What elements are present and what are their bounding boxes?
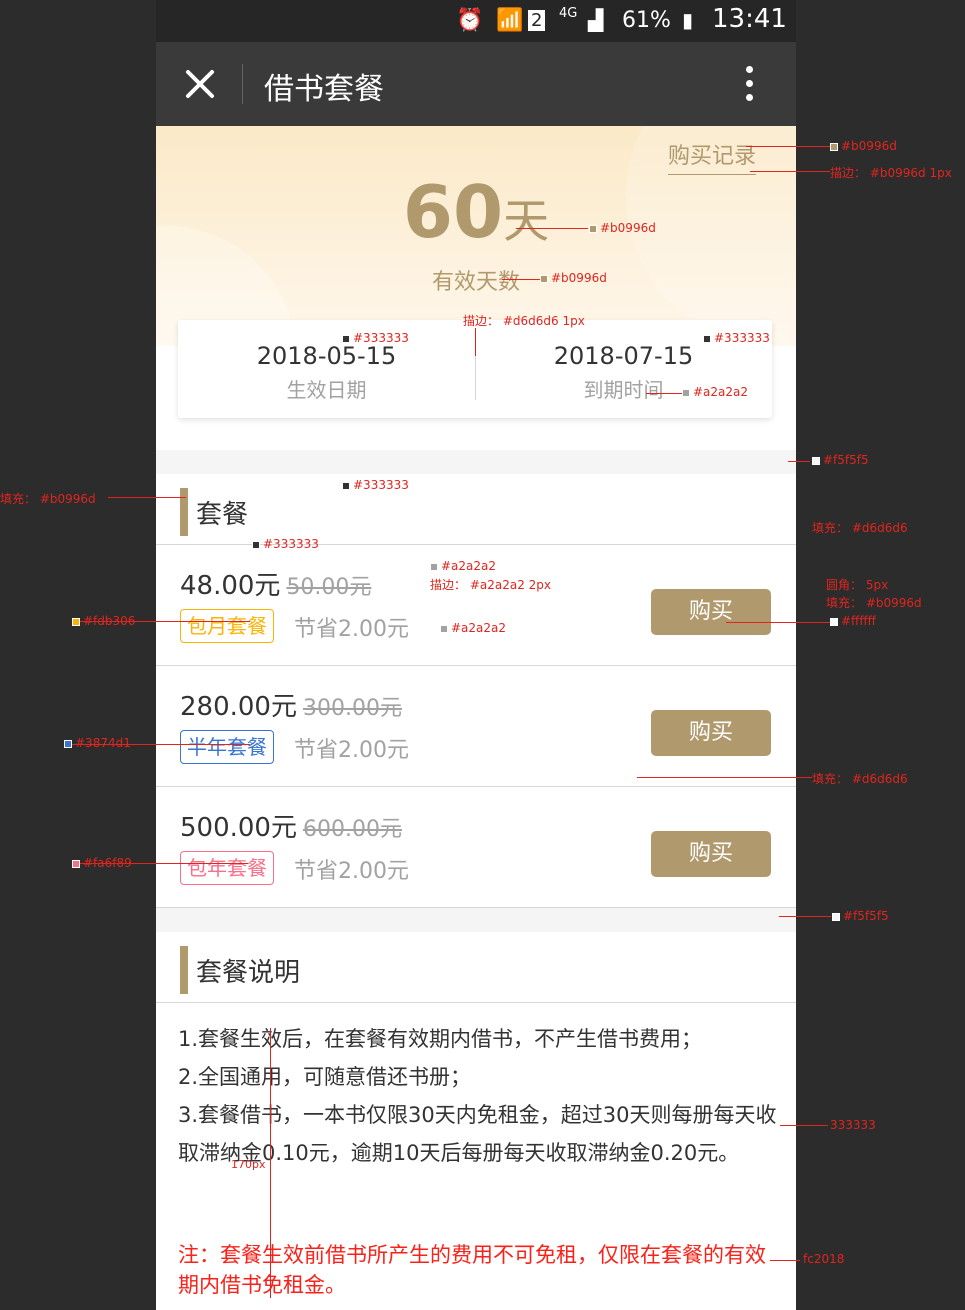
anno-line bbox=[108, 497, 186, 498]
plan-price: 500.00元 600.00元 bbox=[180, 807, 402, 844]
description-line: 2.全国通用，可随意借还书册； bbox=[178, 1065, 472, 1089]
plan-tag: 包月套餐 bbox=[180, 609, 274, 643]
anno-line bbox=[646, 393, 682, 394]
start-date-label: 生效日期 bbox=[286, 378, 367, 402]
anno-line bbox=[637, 777, 812, 778]
anno-label: #a2a2a2 bbox=[430, 559, 496, 573]
anno-label: #f5f5f5 bbox=[812, 453, 869, 467]
section-gap bbox=[156, 908, 796, 932]
plan-price: 280.00元 300.00元 bbox=[180, 686, 402, 723]
plans-title: 套餐 bbox=[196, 500, 249, 530]
original-price: 50.00元 bbox=[286, 575, 372, 600]
buy-button[interactable]: 购买 bbox=[651, 589, 771, 635]
section-accent-bar bbox=[180, 488, 188, 536]
valid-days-label: 有效天数 bbox=[431, 270, 520, 295]
anno-line bbox=[502, 279, 540, 280]
measure-label: 170px bbox=[231, 1158, 266, 1171]
page-title: 借书套餐 bbox=[264, 72, 384, 107]
anno-label: #ffffff bbox=[830, 614, 876, 628]
alarm-icon: ⏰ bbox=[456, 8, 484, 33]
battery-percent: 61% bbox=[622, 8, 671, 33]
network-type: 4G bbox=[559, 6, 578, 21]
buy-button[interactable]: 购买 bbox=[651, 710, 771, 756]
anno-label: #fdb306 bbox=[72, 614, 135, 628]
nav-bar: 借书套餐 bbox=[156, 42, 796, 126]
sim-indicator: 2 bbox=[528, 10, 546, 31]
anno-label: 填充： #b0996d bbox=[0, 492, 96, 506]
anno-label: 333333 bbox=[830, 1118, 876, 1132]
description-note: 注：套餐生效前借书所产生的费用不可免租，仅限在套餐的有效期内借书免租金。 bbox=[178, 1243, 766, 1297]
close-icon[interactable] bbox=[184, 68, 216, 100]
anno-label: #f5f5f5 bbox=[832, 909, 889, 923]
plan-price: 48.00元 50.00元 bbox=[180, 565, 371, 602]
valid-days: 60天 bbox=[156, 170, 796, 254]
wifi-icon: 📶 bbox=[496, 8, 524, 33]
price-value: 500.00元 bbox=[180, 813, 297, 843]
description-title: 套餐说明 bbox=[196, 958, 301, 988]
signal-icon: ▟ bbox=[588, 8, 604, 32]
description-line: 3.套餐借书，一本书仅限30天内免租金，超过30天则每册每天收取滞纳金0.10元… bbox=[178, 1103, 777, 1165]
plan-halfyear: 280.00元 300.00元 半年套餐 节省2.00元 购买 bbox=[156, 666, 796, 787]
nav-divider bbox=[242, 64, 243, 104]
anno-label: #333333 bbox=[342, 478, 409, 492]
anno-label: #333333 bbox=[342, 331, 409, 345]
anno-label: 填充： #b0996d bbox=[826, 596, 922, 610]
plan-tag: 半年套餐 bbox=[180, 730, 274, 764]
battery-icon: ▮ bbox=[682, 8, 694, 32]
original-price: 600.00元 bbox=[302, 817, 402, 842]
anno-label: 描边： #d6d6d6 1px bbox=[463, 314, 585, 328]
anno-label: #b0996d bbox=[830, 139, 897, 153]
anno-line bbox=[750, 171, 830, 172]
anno-label: #b0996d bbox=[589, 221, 656, 235]
end-date: 2018-07-15 bbox=[553, 342, 694, 370]
anno-label: 描边： #b0996d 1px bbox=[830, 166, 952, 180]
plan-tag: 包年套餐 bbox=[180, 851, 274, 885]
anno-label: #a2a2a2 bbox=[682, 385, 748, 399]
price-value: 280.00元 bbox=[180, 692, 297, 722]
anno-label: 描边： #a2a2a2 2px bbox=[430, 578, 552, 592]
plans-header: 套餐 bbox=[156, 474, 796, 545]
more-icon[interactable] bbox=[746, 66, 756, 106]
status-bar: ⏰ 📶 2 4G ▟ 61% ▮ 13:41 bbox=[156, 0, 796, 42]
clock: 13:41 bbox=[712, 4, 787, 34]
start-date-block: 2018-05-15 生效日期 bbox=[178, 342, 475, 403]
anno-line bbox=[780, 1125, 828, 1126]
anno-label: 圆角： 5px bbox=[826, 578, 889, 592]
plan-saving: 节省2.00元 bbox=[294, 859, 409, 884]
plan-saving: 节省2.00元 bbox=[294, 738, 409, 763]
anno-label: #b0996d bbox=[540, 271, 607, 285]
price-value: 48.00元 bbox=[180, 571, 281, 601]
anno-label: #333333 bbox=[252, 537, 319, 551]
anno-label: #fa6f89 bbox=[72, 856, 132, 870]
buy-button[interactable]: 购买 bbox=[651, 831, 771, 877]
anno-line bbox=[770, 1260, 800, 1261]
description-header: 套餐说明 bbox=[156, 932, 796, 1003]
anno-label: #333333 bbox=[703, 331, 770, 345]
anno-line bbox=[788, 461, 810, 462]
valid-days-unit: 天 bbox=[503, 194, 550, 248]
anno-label: 填充： #d6d6d6 bbox=[812, 772, 908, 786]
anno-label: fc2018 bbox=[803, 1252, 845, 1266]
phone-screen: ⏰ 📶 2 4G ▟ 61% ▮ 13:41 借书套餐 购买记录 60天 有效天… bbox=[156, 0, 796, 1310]
description-body: 1.套餐生效后，在套餐有效期内借书，不产生借书费用； 2.全国通用，可随意借还书… bbox=[178, 1020, 778, 1172]
anno-line bbox=[475, 328, 476, 356]
original-price: 300.00元 bbox=[302, 696, 402, 721]
section-accent-bar bbox=[180, 946, 188, 994]
anno-label: #3874d1 bbox=[64, 736, 131, 750]
anno-label: 填充： #d6d6d6 bbox=[812, 521, 908, 535]
section-gap bbox=[156, 450, 796, 474]
anno-line bbox=[746, 146, 830, 147]
plan-saving: 节省2.00元 bbox=[294, 617, 409, 642]
anno-line bbox=[779, 916, 831, 917]
anno-label: #a2a2a2 bbox=[440, 621, 506, 635]
measure-guide bbox=[270, 1028, 271, 1298]
start-date: 2018-05-15 bbox=[256, 342, 397, 370]
anno-line bbox=[726, 622, 830, 623]
description-line: 1.套餐生效后，在套餐有效期内借书，不产生借书费用； bbox=[178, 1027, 703, 1051]
valid-days-number: 60 bbox=[402, 170, 504, 254]
plan-yearly: 500.00元 600.00元 包年套餐 节省2.00元 购买 bbox=[156, 787, 796, 908]
anno-line bbox=[516, 228, 588, 229]
